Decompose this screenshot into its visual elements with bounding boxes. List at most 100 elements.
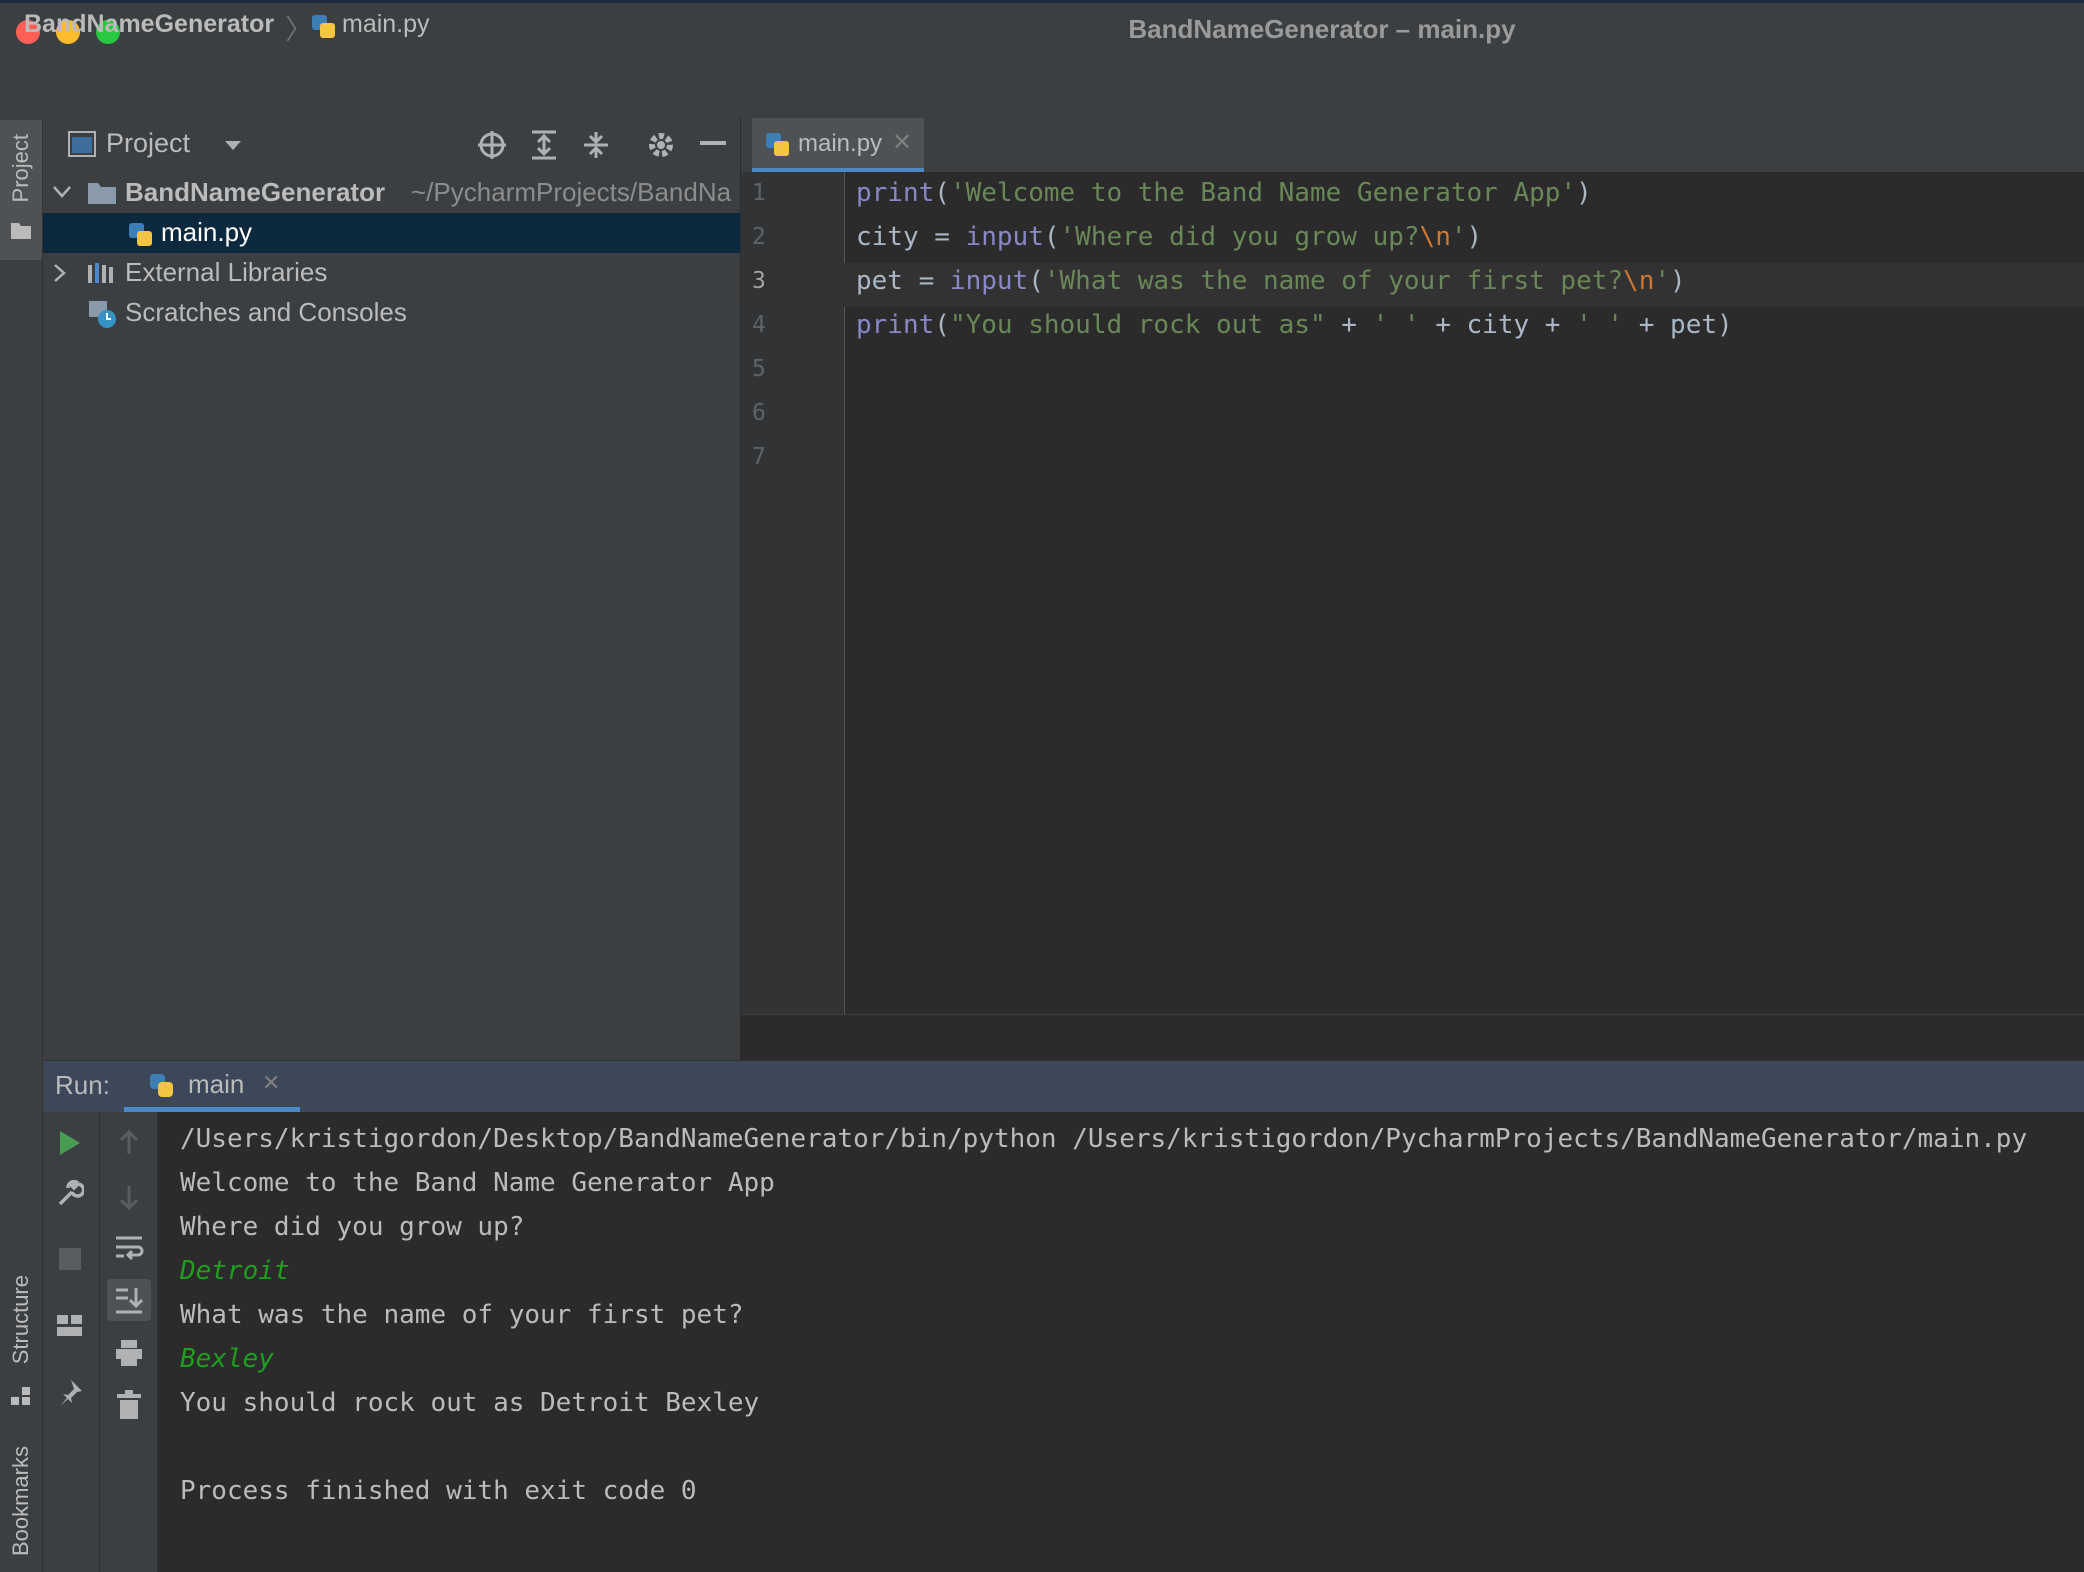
- python-file-icon: [129, 223, 152, 246]
- code-token: city =: [856, 222, 966, 252]
- project-view-icon: [68, 131, 96, 157]
- structure-tool-label: Structure: [8, 1275, 33, 1365]
- python-icon: [150, 1074, 173, 1097]
- chevron-right-icon[interactable]: [53, 263, 67, 283]
- print-icon[interactable]: [114, 1338, 144, 1368]
- console-user-input: Detroit: [180, 1256, 290, 1286]
- code-line[interactable]: print("You should rock out as" + ' ' + c…: [856, 310, 1733, 340]
- code-token: input: [965, 222, 1044, 252]
- project-root-path: ~/PycharmProjects/BandNa: [411, 177, 732, 207]
- code-token: \n: [1419, 222, 1451, 252]
- line-number: 2: [752, 224, 766, 250]
- pin-icon[interactable]: [56, 1378, 84, 1406]
- hide-panel-icon[interactable]: [700, 141, 726, 147]
- locate-file-icon[interactable]: [477, 130, 507, 160]
- console-line: You should rock out as Detroit Bexley: [180, 1388, 760, 1418]
- chevron-down-icon[interactable]: [53, 186, 71, 198]
- expand-all-icon[interactable]: [530, 130, 558, 160]
- project-tool-window-button[interactable]: Project: [0, 120, 42, 260]
- code-line[interactable]: pet = input('What was the name of your f…: [856, 266, 1686, 296]
- tree-external-label: External Libraries: [125, 257, 328, 287]
- close-run-tab-icon[interactable]: ✕: [262, 1070, 280, 1096]
- library-icon: [88, 263, 113, 283]
- code-token: ': [1450, 222, 1467, 252]
- code-token: "You should rock out as": [949, 310, 1326, 340]
- rerun-icon[interactable]: [58, 1130, 82, 1156]
- line-number: 5: [752, 356, 766, 382]
- python-file-icon: [766, 133, 789, 156]
- code-token: (: [1043, 222, 1060, 252]
- tree-scratches-label: Scratches and Consoles: [125, 297, 407, 327]
- console-line: What was the name of your first pet?: [180, 1300, 744, 1330]
- tree-item-scratches[interactable]: Scratches and Consoles: [43, 293, 740, 333]
- console-line: Welcome to the Band Name Generator App: [180, 1168, 775, 1198]
- code-token: + pet): [1623, 310, 1733, 340]
- code-token: input: [949, 266, 1029, 296]
- layout-icon[interactable]: [56, 1314, 84, 1338]
- line-number: 3: [752, 268, 766, 294]
- run-tab-main[interactable]: main ✕: [124, 1060, 300, 1112]
- console-user-input: Bexley: [180, 1344, 274, 1374]
- bookmarks-tool-window-button[interactable]: Bookmarks: [0, 1440, 42, 1572]
- code-token: +: [1325, 310, 1373, 340]
- tree-item-main-py[interactable]: main.py: [43, 213, 740, 253]
- run-panel-label: Run:: [55, 1070, 110, 1100]
- tree-item-external-libraries[interactable]: External Libraries: [43, 253, 740, 293]
- stop-icon[interactable]: [59, 1248, 81, 1270]
- collapse-all-icon[interactable]: [582, 130, 610, 160]
- editor-tab-label: main.py: [798, 130, 883, 157]
- code-token: 'What was the name of your first pet?: [1043, 266, 1624, 296]
- code-token: ): [1466, 222, 1483, 252]
- folder-icon: [88, 183, 116, 204]
- code-token: + city +: [1419, 310, 1577, 340]
- editor-tab-main-py[interactable]: main.py ✕: [752, 118, 924, 172]
- code-token: (: [934, 310, 950, 340]
- scroll-to-end-button[interactable]: [107, 1279, 151, 1321]
- run-tab-label: main: [188, 1069, 245, 1099]
- code-token: 'Where did you grow up?: [1059, 222, 1420, 252]
- scroll-to-end-icon: [116, 1288, 144, 1314]
- arrow-down-icon[interactable]: [117, 1184, 141, 1210]
- scratches-icon: [89, 301, 116, 328]
- structure-tool-window-button[interactable]: Structure: [0, 1265, 42, 1415]
- wrench-icon[interactable]: [56, 1180, 84, 1208]
- project-root-name: BandNameGenerator: [125, 177, 386, 207]
- code-token: 'Welcome to the Band Name Generator App': [949, 178, 1577, 208]
- line-number: 4: [752, 312, 766, 338]
- code-token: (: [1028, 266, 1044, 296]
- chevron-down-icon[interactable]: [224, 140, 242, 152]
- arrow-up-icon[interactable]: [117, 1130, 141, 1156]
- navigation-bar: [0, 62, 2084, 119]
- code-token: \n: [1623, 266, 1655, 296]
- structure-icon: [11, 1387, 30, 1405]
- editor-bottom-area: [741, 1014, 2084, 1061]
- python-file-icon: [312, 15, 335, 38]
- gear-icon[interactable]: [646, 130, 676, 160]
- code-line[interactable]: city = input('Where did you grow up?\n'): [856, 222, 1482, 252]
- close-tab-icon[interactable]: ✕: [892, 128, 912, 157]
- breadcrumb-file[interactable]: main.py: [342, 10, 430, 39]
- console-line: /Users/kristigordon/Desktop/BandNameGene…: [180, 1124, 2028, 1154]
- line-number: 7: [752, 444, 766, 470]
- code-token: ': [1654, 266, 1671, 296]
- console-line: Process finished with exit code 0: [180, 1476, 697, 1506]
- tree-file-label: main.py: [161, 217, 253, 247]
- line-number: 1: [752, 180, 766, 206]
- project-tool-label: Project: [8, 134, 33, 203]
- trash-icon[interactable]: [116, 1390, 142, 1420]
- bookmarks-tool-label: Bookmarks: [8, 1446, 33, 1557]
- code-line[interactable]: print('Welcome to the Band Name Generato…: [856, 178, 1592, 208]
- soft-wrap-icon[interactable]: [114, 1234, 144, 1262]
- code-token: ' ': [1372, 310, 1420, 340]
- breadcrumb-project[interactable]: BandNameGenerator: [24, 10, 274, 39]
- tree-item-project-root[interactable]: BandNameGenerator ~/PycharmProjects/Band…: [43, 173, 740, 213]
- console-line: Where did you grow up?: [180, 1212, 525, 1242]
- code-token: ): [1576, 178, 1592, 208]
- breadcrumb-separator-icon: 〉: [285, 14, 314, 45]
- editor-tab-bar: [741, 118, 2084, 173]
- run-panel-header: [43, 1060, 2084, 1113]
- project-view-title[interactable]: Project: [106, 128, 190, 159]
- folder-icon: [11, 223, 31, 239]
- code-token: ' ': [1576, 310, 1624, 340]
- code-token: print: [856, 310, 935, 340]
